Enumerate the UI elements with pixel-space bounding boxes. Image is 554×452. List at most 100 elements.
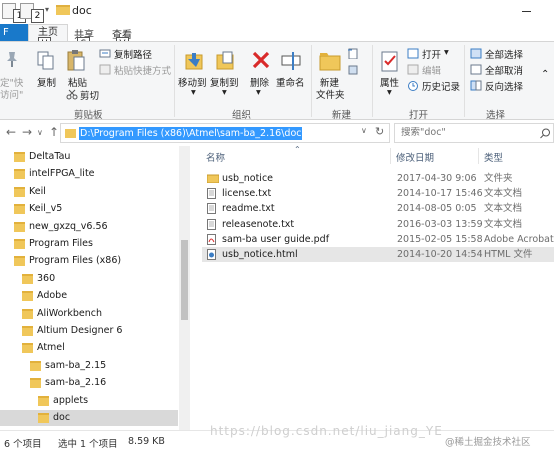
invert-selection-button[interactable]: 反向选择 [485,79,523,93]
file-row[interactable]: releasenote.txt 2016-03-03 13:59 文本文档 [202,217,554,232]
ribbon-separator [372,45,373,117]
copy-icon[interactable] [37,51,55,71]
rename-icon[interactable] [280,50,302,72]
new-folder-button-line-2[interactable]: 文件夹 [316,87,345,101]
file-row[interactable]: license.txt 2014-10-17 15:46 文本文档 [202,186,554,201]
nav-item-label: applets [53,394,89,406]
column-separator[interactable] [390,148,391,164]
history-icon [408,81,418,91]
file-type: Adobe Acrobat [484,233,554,245]
address-bar-row: ← → ∨ ↑ D:\Program Files (x86)\Atmel\sam… [0,120,554,145]
search-input[interactable] [401,127,541,138]
refresh-icon[interactable]: ↻ [375,125,384,138]
edit-button[interactable]: 编辑 [422,63,441,77]
nav-item[interactable]: Altium Designer 6 [0,323,178,339]
nav-item[interactable]: new_gxzq_v6.56 [0,219,178,235]
forward-arrow-icon[interactable]: → [22,125,32,139]
nav-item[interactable]: DeltaTau [0,149,178,165]
nav-item[interactable]: Atmel [0,340,178,356]
folder-icon [22,273,33,284]
status-item-count: 6 个项目 [4,439,42,450]
column-header-name[interactable]: 名称 [206,150,225,164]
pin-quick-access-label-2[interactable]: 访问" [0,87,23,101]
nav-scrollbar-thumb[interactable] [181,240,188,320]
nav-item-label: Atmel [37,342,65,354]
copy-button[interactable]: 复制 [37,75,56,89]
minimize-button[interactable] [522,11,531,12]
nav-item[interactable]: sam-ba_2.15 [0,358,178,374]
address-dropdown-icon[interactable]: ∨ [361,126,367,135]
search-box[interactable] [394,123,554,143]
quick-access-customize-icon[interactable]: ▾ [45,5,49,14]
recent-locations-icon[interactable]: ∨ [37,128,43,137]
file-name: sam-ba user guide.pdf [222,233,330,245]
new-folder-icon[interactable] [318,49,342,73]
file-row[interactable]: usb_notice 2017-04-30 9:06 文件夹 [202,171,554,186]
copy-to-icon[interactable] [215,49,237,73]
nav-item[interactable]: Keil_v5 [0,201,178,217]
folder-icon [14,169,25,180]
collapse-ribbon-icon[interactable]: ⌃ [541,69,549,80]
nav-item[interactable]: sam-ba_2.16 [0,375,178,391]
nav-item[interactable]: Adobe [0,288,178,304]
file-row[interactable]: sam-ba user guide.pdf 2015-02-05 15:58 Ado… [202,232,554,247]
select-none-button[interactable]: 全部取消 [485,63,523,77]
nav-item-label: doc [53,412,71,423]
paste-icon[interactable] [66,48,86,72]
delete-dropdown-icon[interactable]: ▾ [256,87,261,98]
cut-button[interactable]: 剪切 [80,88,99,102]
nav-item-label: Altium Designer 6 [37,325,123,336]
search-icon[interactable] [540,128,551,139]
nav-item-label: Adobe [37,290,68,302]
address-path[interactable]: D:\Program Files (x86)\Atmel\sam-ba_2.16… [79,127,303,140]
column-header-date[interactable]: 修改日期 [396,150,434,164]
nav-scrollbar[interactable] [179,146,190,430]
folder-icon [14,186,25,197]
nav-item[interactable]: Keil [0,184,178,200]
move-to-icon[interactable] [184,49,206,73]
folder-icon [14,239,25,249]
file-name: usb_notice [222,173,274,184]
folder-icon [22,326,33,336]
nav-item-label: 360 [37,272,56,284]
column-separator[interactable] [478,148,479,164]
column-header-type[interactable]: 类型 [484,150,503,164]
new-item-icon[interactable] [347,48,359,59]
nav-item[interactable]: 360 [0,271,178,287]
move-to-dropdown-icon[interactable]: ▾ [191,87,196,98]
open-button[interactable]: 打开 [422,47,441,61]
delete-icon[interactable] [251,50,271,70]
copy-path-button[interactable]: 复制路径 [114,47,152,61]
nav-item[interactable]: doc [0,410,178,426]
easy-access-icon[interactable] [347,64,359,75]
select-all-button[interactable]: 全部选择 [485,47,523,61]
copy-to-dropdown-icon[interactable]: ▾ [222,87,227,98]
navigation-pane[interactable]: DeltaTau intelFPGA_lite Keil Keil_v5 new_gxz… [0,146,190,430]
history-button[interactable]: 历史记录 [422,79,460,93]
rename-button[interactable]: 重命名 [276,75,305,89]
paste-shortcut-icon [99,64,111,75]
folder-icon [22,343,33,354]
paste-shortcut-button[interactable]: 粘贴快捷方式 [114,63,171,77]
folder-icon [30,378,41,389]
properties-icon[interactable] [380,49,400,73]
address-field[interactable]: D:\Program Files (x86)\Atmel\sam-ba_2.16… [60,123,390,143]
nav-item[interactable]: AliWorkbench [0,306,178,322]
properties-dropdown-icon[interactable]: ▾ [387,87,392,98]
watermark-url: https://blog.csdn.net/liu_jiang_YE [210,424,443,438]
nav-item[interactable]: intelFPGA_lite [0,166,178,182]
file-row[interactable]: usb_notice.html 2014-10-20 14:54 HTML 文件 [202,247,554,262]
nav-item[interactable]: Program Files [0,236,178,252]
up-arrow-icon[interactable]: ↑ [49,125,59,139]
clipboard-group-label: 剪贴板 [74,110,103,121]
file-row[interactable]: readme.txt 2014-08-05 0:05 文本文档 [202,201,554,216]
tab-file[interactable]: F [0,24,28,41]
ribbon-tabs: F 主页 H 共享 S 查看 V [0,24,554,51]
file-type: 文本文档 [484,218,523,230]
file-list[interactable]: 名称 ⌃ 修改日期 类型 usb_notice 2017-04-30 9:06 文件… [190,146,554,430]
nav-item[interactable]: applets [0,393,178,409]
paste-button[interactable]: 粘贴 [68,75,87,89]
nav-item[interactable]: Program Files (x86) [0,253,178,269]
open-dropdown-icon[interactable]: ▾ [444,47,449,58]
back-arrow-icon[interactable]: ← [6,125,16,139]
